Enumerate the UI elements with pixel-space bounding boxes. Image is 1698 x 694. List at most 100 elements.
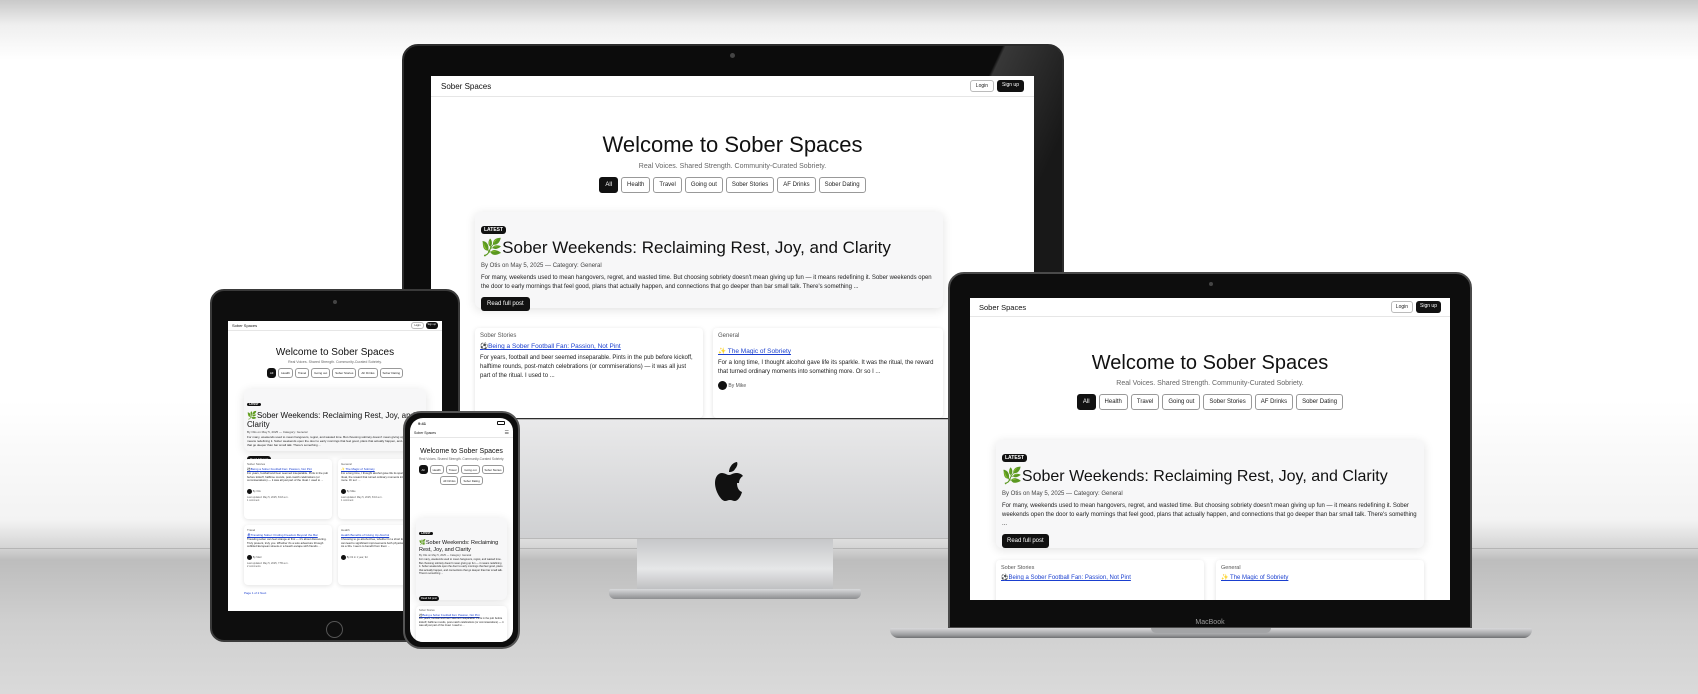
nav-actions: Login Sign up bbox=[411, 322, 438, 329]
post-excerpt: Traveling sober can feel strange at firs… bbox=[247, 538, 327, 549]
tag-sober-dating[interactable]: Sober Dating bbox=[1296, 394, 1344, 410]
post-category: General bbox=[1221, 565, 1241, 571]
post-author-name: By Otis bbox=[252, 490, 261, 494]
tag-health[interactable]: Health bbox=[621, 177, 651, 193]
tag-health[interactable]: Health bbox=[1098, 394, 1128, 410]
tag-all[interactable]: All bbox=[266, 368, 277, 378]
featured-post: LATEST 🌿Sober Weekends: Reclaiming Rest,… bbox=[996, 440, 1424, 548]
brand[interactable]: Sober Spaces bbox=[441, 82, 491, 91]
category-filter: All Health Travel Going out Sober Storie… bbox=[228, 368, 442, 378]
brand[interactable]: Sober Spaces bbox=[414, 431, 436, 435]
tag-sober-stories[interactable]: Sober Stories bbox=[1203, 394, 1252, 410]
post-comments: 2 comments bbox=[247, 565, 261, 568]
tag-af-drinks[interactable]: AF Drinks bbox=[358, 368, 378, 378]
avatar bbox=[247, 489, 252, 494]
tag-af-drinks[interactable]: AF Drinks bbox=[1254, 394, 1294, 410]
macbook-screen: Sober Spaces Login Sign up Welcome to So… bbox=[970, 298, 1450, 600]
battery-icon bbox=[497, 421, 505, 425]
post-title-link[interactable]: ✨ The Magic of Sobriety bbox=[1221, 574, 1419, 581]
tag-travel[interactable]: Travel bbox=[294, 368, 310, 378]
tag-sober-dating[interactable]: Sober Dating bbox=[460, 476, 483, 485]
post-title-link[interactable]: ⚽Being a Sober Football Fan: Passion, No… bbox=[247, 467, 329, 471]
tag-af-drinks[interactable]: AF Drinks bbox=[440, 476, 459, 485]
imac-camera bbox=[730, 53, 735, 58]
tag-all[interactable]: All bbox=[418, 465, 428, 474]
page-title: Welcome to Sober Spaces bbox=[275, 347, 395, 358]
latest-badge: LATEST bbox=[1002, 454, 1028, 462]
page-title: Welcome to Sober Spaces bbox=[1091, 352, 1329, 374]
avatar bbox=[341, 555, 346, 560]
signup-button[interactable]: Sign up bbox=[997, 80, 1024, 92]
category-filter: All Health Travel Going out Sober Storie… bbox=[410, 465, 513, 485]
iphone-device: 9:41 Sober Spaces ☰ Welcome to Sober Spa… bbox=[403, 411, 520, 649]
post-category: Sober Stories bbox=[419, 609, 435, 612]
imac-base bbox=[609, 589, 861, 599]
macbook-label: MacBook bbox=[1195, 619, 1225, 626]
status-time: 9:41 bbox=[418, 420, 427, 426]
imac-stand bbox=[637, 539, 833, 589]
read-full-post-button[interactable]: Read full post bbox=[481, 297, 530, 311]
tag-health[interactable]: Health bbox=[429, 465, 444, 474]
tag-sober-dating[interactable]: Sober Dating bbox=[818, 177, 866, 193]
iphone-screen: 9:41 Sober Spaces ☰ Welcome to Sober Spa… bbox=[410, 418, 513, 642]
featured-excerpt: For many, weekends used to mean hangover… bbox=[419, 558, 503, 575]
login-button[interactable]: Login bbox=[411, 322, 424, 329]
featured-title[interactable]: 🌿Sober Weekends: Reclaiming Rest, Joy, a… bbox=[481, 238, 937, 258]
apple-logo-icon bbox=[715, 462, 743, 501]
post-card: Sober Stories ⚽Being a Sober Football Fa… bbox=[416, 606, 507, 642]
latest-badge: LATEST bbox=[247, 403, 261, 406]
macbook-notch bbox=[1151, 628, 1271, 633]
menu-icon[interactable]: ☰ bbox=[505, 430, 509, 436]
tag-all[interactable]: All bbox=[1076, 394, 1096, 410]
tag-travel[interactable]: Travel bbox=[445, 465, 460, 474]
post-title-link[interactable]: ⚽Being a Sober Football Fan: Passion, No… bbox=[480, 342, 698, 350]
tag-all[interactable]: All bbox=[599, 177, 619, 193]
tagline: Real Voices. Shared Strength. Community-… bbox=[418, 457, 505, 461]
featured-post: LATEST 🌿Sober Weekends: Reclaiming Rest,… bbox=[416, 518, 507, 601]
login-button[interactable]: Login bbox=[1390, 301, 1414, 313]
post-category: Travel bbox=[247, 528, 256, 532]
read-full-post-button[interactable]: Read full post bbox=[1002, 534, 1049, 548]
tag-sober-stories[interactable]: Sober Stories bbox=[725, 177, 775, 193]
featured-meta: By Otis on May 5, 2025 — Category: Gener… bbox=[419, 554, 472, 557]
brand[interactable]: Sober Spaces bbox=[232, 323, 257, 328]
featured-title[interactable]: 🌿Sober Weekends: Reclaiming Rest, Joy, a… bbox=[419, 540, 504, 553]
page-title: Welcome to Sober Spaces bbox=[602, 132, 863, 157]
post-author: By Marc bbox=[247, 555, 329, 560]
category-filter: All Health Travel Going out Sober Storie… bbox=[970, 394, 1450, 410]
featured-meta: By Otis on May 5, 2025 — Category: Gener… bbox=[247, 430, 308, 434]
read-full-post-button[interactable]: Read full post bbox=[419, 596, 439, 601]
signup-button[interactable]: Sign up bbox=[425, 322, 438, 329]
post-author-name: By Marc bbox=[252, 556, 262, 560]
avatar bbox=[341, 489, 346, 494]
tag-going-out[interactable]: Going out bbox=[311, 368, 331, 378]
post-category: Sober Stories bbox=[480, 333, 517, 339]
featured-title[interactable]: 🌿Sober Weekends: Reclaiming Rest, Joy, a… bbox=[247, 411, 423, 429]
featured-title[interactable]: 🌿Sober Weekends: Reclaiming Rest, Joy, a… bbox=[1002, 466, 1418, 486]
status-bar: 9:41 bbox=[410, 418, 513, 428]
tagline: Real Voices. Shared Strength. Community-… bbox=[1116, 380, 1304, 387]
featured-meta: By Otis on May 5, 2025 — Category: Gener… bbox=[1002, 491, 1123, 497]
tagline: Real Voices. Shared Strength. Community-… bbox=[638, 163, 827, 170]
ipad-camera bbox=[333, 300, 337, 304]
tag-travel[interactable]: Travel bbox=[653, 177, 682, 193]
post-title-link[interactable]: 🏖Traveling Sober: Finding Freedom Beyond… bbox=[247, 533, 329, 537]
tag-sober-stories[interactable]: Sober Stories bbox=[332, 368, 357, 378]
tag-sober-stories[interactable]: Sober Stories bbox=[481, 465, 505, 474]
pagination[interactable]: Page 1 of 2 Next bbox=[244, 591, 266, 595]
brand[interactable]: Sober Spaces bbox=[979, 303, 1026, 312]
login-button[interactable]: Login bbox=[969, 80, 995, 92]
tag-travel[interactable]: Travel bbox=[1130, 394, 1160, 410]
tag-sober-dating[interactable]: Sober Dating bbox=[379, 368, 404, 378]
tag-going-out[interactable]: Going out bbox=[461, 465, 480, 474]
post-excerpt: For years, football and beer seemed inse… bbox=[419, 617, 504, 627]
signup-button[interactable]: Sign up bbox=[1416, 301, 1441, 313]
avatar bbox=[718, 381, 727, 390]
post-category: Sober Stories bbox=[1001, 565, 1035, 571]
post-title-link[interactable]: ⚽Being a Sober Football Fan: Passion, No… bbox=[1001, 574, 1199, 581]
tag-health[interactable]: Health bbox=[278, 368, 293, 378]
tag-going-out[interactable]: Going out bbox=[1162, 394, 1201, 410]
tag-going-out[interactable]: Going out bbox=[684, 177, 723, 193]
tag-af-drinks[interactable]: AF Drinks bbox=[777, 177, 816, 193]
ipad-home-button[interactable] bbox=[326, 621, 343, 638]
